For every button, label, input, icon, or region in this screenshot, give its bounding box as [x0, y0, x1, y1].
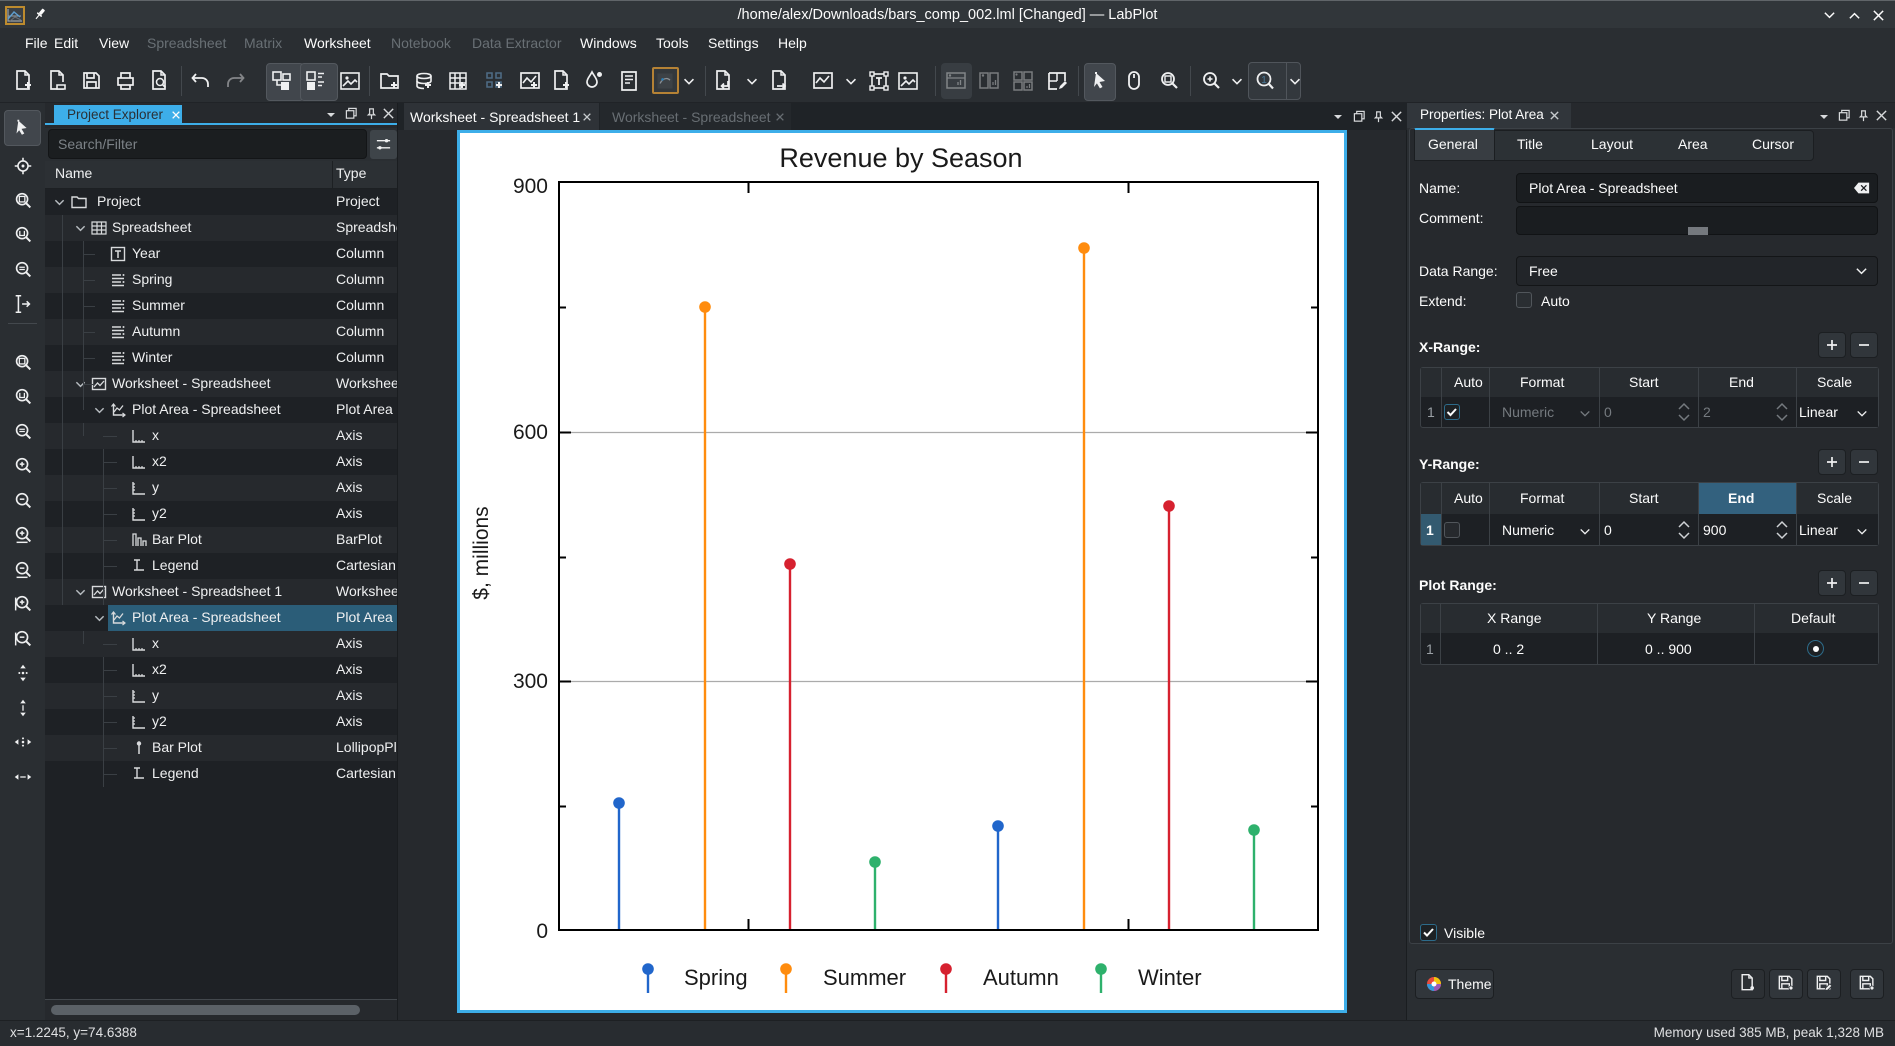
svg-text:Revenue by Season: Revenue by Season: [779, 143, 1022, 173]
svg-text:$, millions: $, millions: [470, 506, 493, 599]
svg-text:Autumn: Autumn: [983, 965, 1059, 990]
svg-text:Summer: Summer: [823, 965, 906, 990]
svg-text:Spring: Spring: [684, 965, 748, 990]
svg-text:0: 0: [536, 920, 548, 943]
svg-text:300: 300: [513, 670, 548, 693]
svg-text:900: 900: [513, 175, 548, 198]
svg-text:Winter: Winter: [1138, 965, 1202, 990]
svg-text:600: 600: [513, 421, 548, 444]
svg-text:1: 1: [1261, 75, 1267, 86]
